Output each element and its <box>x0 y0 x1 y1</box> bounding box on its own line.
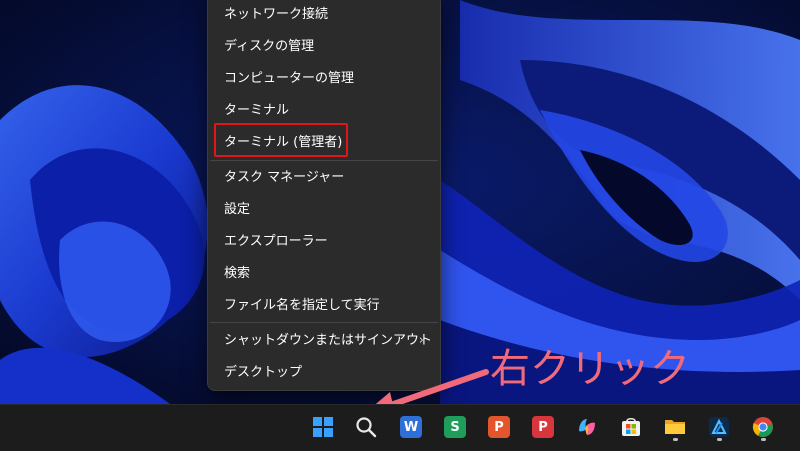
menu-separator <box>210 160 438 161</box>
copilot-icon <box>579 419 595 435</box>
menu-item-computer-management[interactable]: コンピューターの管理 <box>224 67 354 91</box>
start-icon <box>313 417 333 437</box>
menu-item-disk-management[interactable]: ディスクの管理 <box>224 35 314 59</box>
wps-pdf-icon: P <box>532 416 554 438</box>
wps-presentation-icon: P <box>488 416 510 438</box>
taskbar-app-chrome[interactable] <box>748 412 778 442</box>
chrome-icon <box>752 417 773 437</box>
taskbar-app-writer[interactable]: W <box>396 412 426 442</box>
start-button[interactable] <box>308 412 338 442</box>
taskbar-app-store[interactable] <box>616 412 646 442</box>
taskbar-app-affinity[interactable] <box>704 412 734 442</box>
menu-item-settings[interactable]: 設定 <box>224 198 250 222</box>
menu-item-run[interactable]: ファイル名を指定して実行 <box>224 294 380 318</box>
running-indicator <box>717 438 722 441</box>
taskbar-app-pdf[interactable]: P <box>528 412 558 442</box>
menu-item-desktop[interactable]: デスクトップ <box>224 361 302 385</box>
annotation-text: 右クリック <box>490 346 690 392</box>
menu-separator <box>210 322 438 323</box>
menu-item-task-manager[interactable]: タスク マネージャー <box>224 166 344 190</box>
menu-item-file-explorer[interactable]: エクスプローラー <box>224 230 328 254</box>
chevron-right-icon: › <box>418 333 424 348</box>
wps-writer-icon: W <box>400 416 422 438</box>
taskbar-app-explorer[interactable] <box>660 412 690 442</box>
context-menu: ネットワーク接続 ディスクの管理 コンピューターの管理 ターミナル ターミナル … <box>207 0 441 391</box>
highlight-box <box>214 123 348 157</box>
running-indicator <box>761 438 766 441</box>
search-icon <box>356 417 377 438</box>
file-explorer-icon <box>665 420 685 434</box>
taskbar-app-presentation[interactable]: P <box>484 412 514 442</box>
menu-item-search[interactable]: 検索 <box>224 262 250 286</box>
wps-spreadsheets-icon: S <box>444 416 466 438</box>
taskbar-app-spreadsheets[interactable]: S <box>440 412 470 442</box>
menu-item-network-connections[interactable]: ネットワーク接続 <box>224 3 328 27</box>
affinity-icon <box>709 417 729 437</box>
menu-item-terminal[interactable]: ターミナル <box>224 99 289 123</box>
microsoft-store-icon <box>622 417 640 436</box>
running-indicator <box>673 438 678 441</box>
taskbar-app-copilot[interactable] <box>572 412 602 442</box>
menu-item-shutdown-signout[interactable]: シャットダウンまたはサインアウト <box>224 329 432 353</box>
search-button[interactable] <box>351 412 381 442</box>
taskbar: W S P P <box>0 404 800 451</box>
